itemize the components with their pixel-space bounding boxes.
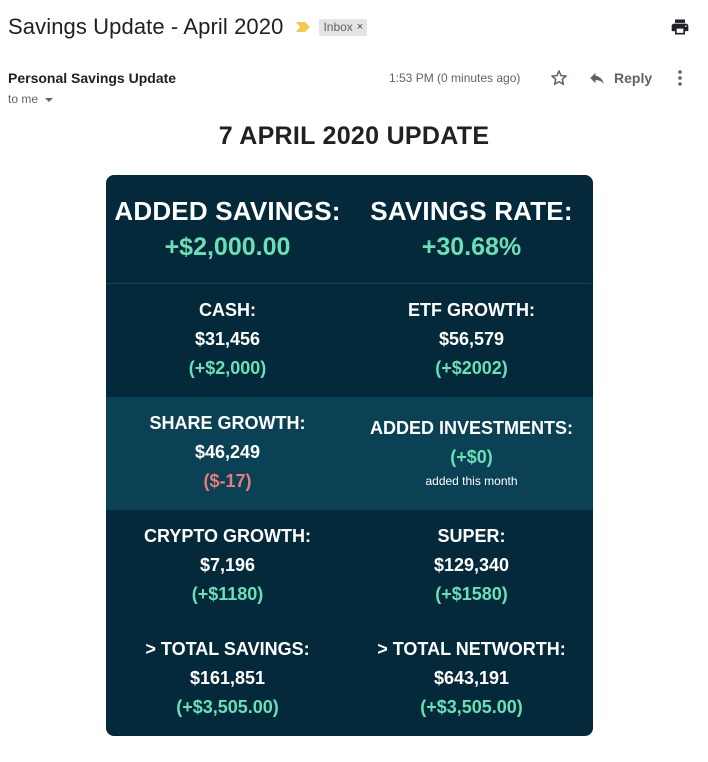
total-networth-value: $643,191 — [433, 668, 510, 688]
crypto-growth-change: (+$1180) — [191, 584, 264, 604]
added-savings-cell: ADDED SAVINGS: +$2,000.00 — [106, 196, 349, 262]
more-vertical-icon[interactable] — [672, 68, 688, 88]
inbox-label-chip: Inbox × — [319, 18, 368, 36]
report-title: 7 APRIL 2020 UPDATE — [218, 122, 490, 150]
etf-growth-value: $56,579 — [438, 329, 505, 349]
cash-value: $31,456 — [194, 329, 261, 349]
added-investments-note: added this month — [425, 474, 518, 488]
email-subject: Savings Update - April 2020 — [8, 14, 284, 39]
savings-summary-card: ADDED SAVINGS: +$2,000.00 SAVINGS RATE: … — [106, 175, 593, 736]
crypto-growth-label: CRYPTO GROWTH: — [144, 526, 311, 546]
inbox-label-text: Inbox — [323, 19, 353, 34]
total-savings-value: $161,851 — [189, 668, 266, 688]
reply-label: Reply — [614, 69, 653, 86]
share-growth-cell: SHARE GROWTH: $46,249 ($-17) — [106, 409, 349, 496]
total-networth-cell: > TOTAL NETWORTH: $643,191 (+$3,505.00) — [350, 635, 593, 722]
super-cell: SUPER: $129,340 (+$1580) — [350, 522, 593, 609]
added-savings-value: +$2,000.00 — [164, 233, 291, 261]
remove-label-icon[interactable]: × — [357, 21, 363, 33]
importance-marker-icon[interactable] — [295, 21, 311, 33]
cash-label: CASH: — [199, 300, 256, 320]
etf-growth-cell: ETF GROWTH: $56,579 (+$2002) — [350, 296, 593, 383]
share-growth-value: $46,249 — [194, 442, 261, 462]
super-label: SUPER: — [437, 526, 506, 546]
subject-row: Savings Update - April 2020 Inbox × — [8, 12, 368, 42]
etf-growth-label: ETF GROWTH: — [408, 300, 535, 320]
printer-icon[interactable] — [670, 17, 690, 37]
message-time: 1:53 PM (0 minutes ago) — [389, 71, 521, 85]
total-savings-change: (+$3,505.00) — [176, 697, 279, 717]
cash-cell: CASH: $31,456 (+$2,000) — [106, 296, 349, 383]
sender-row: Personal Savings Update 1:53 PM (0 minut… — [8, 70, 700, 90]
recipient-text: to me — [8, 92, 39, 106]
reply-arrow-icon — [590, 72, 604, 84]
recipient-details-toggle[interactable]: to me — [8, 92, 54, 106]
crypto-growth-cell: CRYPTO GROWTH: $7,196 (+$1180) — [106, 522, 349, 609]
reply-button[interactable]: Reply — [588, 68, 652, 88]
super-change: (+$1580) — [435, 584, 508, 604]
savings-rate-value: +30.68% — [421, 233, 522, 261]
share-growth-change: ($-17) — [203, 471, 252, 491]
chevron-down-icon — [45, 97, 54, 102]
crypto-growth-value: $7,196 — [199, 555, 256, 575]
super-value: $129,340 — [433, 555, 510, 575]
savings-rate-cell: SAVINGS RATE: +30.68% — [350, 196, 593, 262]
added-savings-label: ADDED SAVINGS: — [114, 196, 341, 226]
sender-name[interactable]: Personal Savings Update — [8, 70, 176, 86]
added-investments-cell: ADDED INVESTMENTS: (+$0) added this mont… — [350, 414, 593, 488]
star-icon[interactable] — [549, 68, 569, 88]
total-savings-cell: > TOTAL SAVINGS: $161,851 (+$3,505.00) — [106, 635, 349, 722]
etf-growth-change: (+$2002) — [435, 358, 508, 378]
added-investments-change: (+$0) — [450, 447, 493, 467]
total-networth-label: > TOTAL NETWORTH: — [377, 639, 566, 659]
total-savings-label: > TOTAL SAVINGS: — [145, 639, 310, 659]
savings-rate-label: SAVINGS RATE: — [370, 196, 573, 226]
cash-change: (+$2,000) — [188, 358, 267, 378]
total-networth-change: (+$3,505.00) — [420, 697, 523, 717]
share-growth-label: SHARE GROWTH: — [149, 413, 306, 433]
added-investments-label: ADDED INVESTMENTS: — [369, 418, 573, 438]
